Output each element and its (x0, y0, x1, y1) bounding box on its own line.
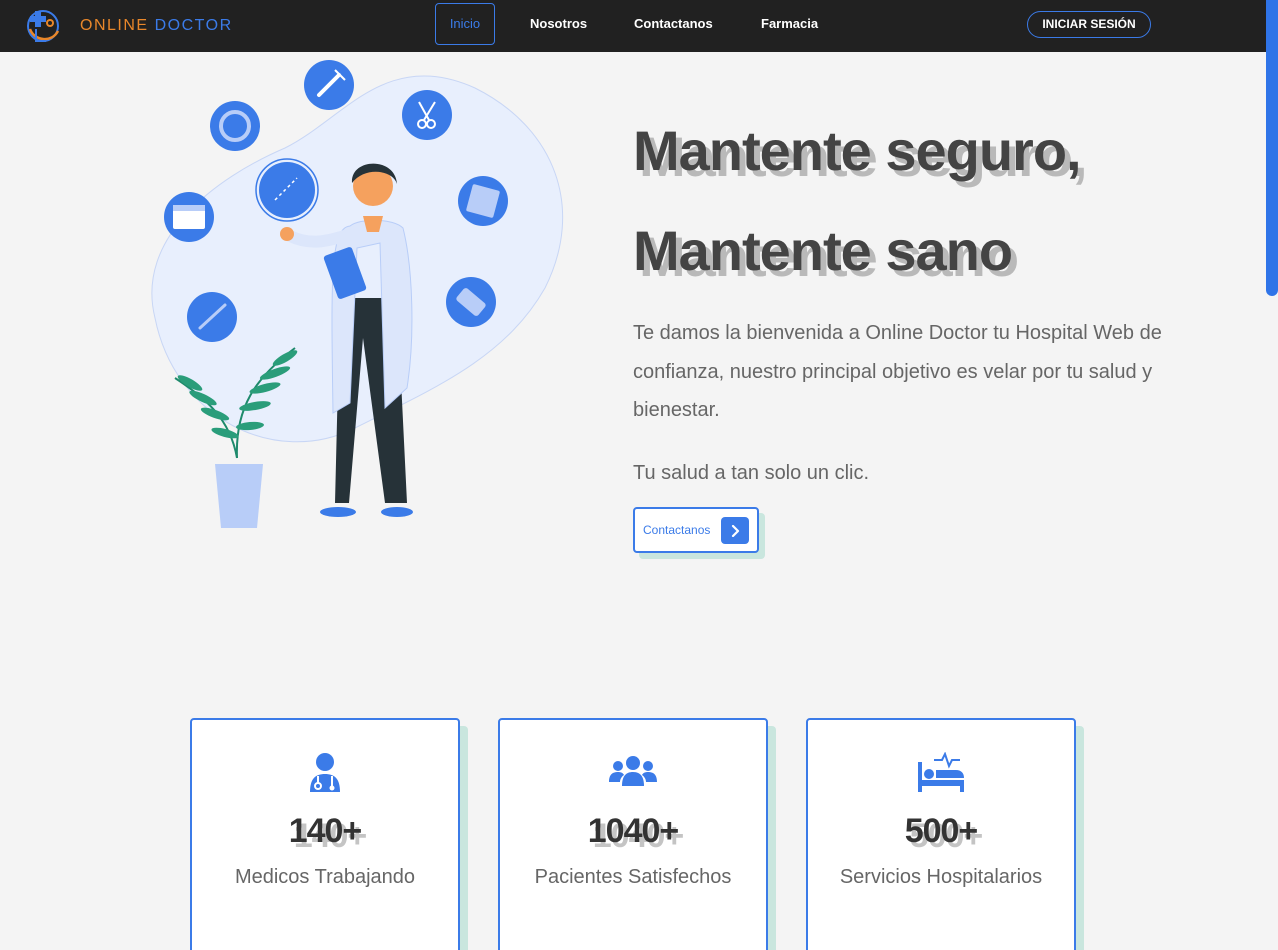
gauze-icon (458, 176, 508, 226)
hero-title-line1: Mantente seguro, (633, 119, 1082, 182)
brand[interactable]: ONLINE DOCTOR (22, 3, 233, 49)
navbar: ONLINE DOCTOR Inicio Nosotros Contactanos… (0, 0, 1266, 52)
doctor-with-clipboard-illustration (151, 60, 564, 528)
doctor-icon (310, 753, 340, 792)
chevron-right-icon (721, 517, 749, 544)
stat-card-doctors: 140+ Medicos Trabajando (190, 718, 460, 950)
stat-label: Pacientes Satisfechos (534, 866, 732, 888)
nav-item-contactanos[interactable]: Contactanos (634, 16, 713, 31)
login-button[interactable]: INICIAR SESIÓN (1027, 11, 1151, 38)
nav-item-nosotros[interactable]: Nosotros (530, 16, 587, 31)
hero-paragraph-tagline: Tu salud a tan solo un clic. (633, 462, 870, 484)
stat-label: Medicos Trabajando (234, 866, 416, 888)
thermometer-icon (187, 292, 237, 342)
hero-title-line2: Mantente sano (633, 219, 1013, 282)
nav-item-inicio[interactable]: Inicio (435, 3, 495, 45)
brand-word-doctor: DOCTOR (154, 17, 233, 34)
hero-paragraph-welcome: Te damos la bienvenida a Online Doctor t… (633, 322, 1162, 421)
calendar-icon (164, 192, 214, 242)
scrollbar-thumb[interactable] (1266, 0, 1278, 296)
users-icon (609, 756, 657, 786)
stethoscope-cross-logo-icon (27, 10, 60, 42)
stat-label: Servicios Hospitalarios (839, 866, 1043, 888)
suture-icon (255, 158, 319, 222)
ring-icon (210, 101, 260, 151)
contact-cta-button[interactable]: Contactanos (633, 507, 759, 553)
pills-icon (446, 277, 496, 327)
stat-value: 1040+ (587, 812, 680, 850)
stat-card-patients: 1040+ Pacientes Satisfechos (498, 718, 768, 950)
brand-word-online: ONLINE (80, 17, 149, 34)
nav-item-farmacia[interactable]: Farmacia (761, 16, 818, 31)
syringe-icon (304, 60, 354, 110)
stat-value: 140+ (288, 812, 363, 850)
scissors-icon (402, 90, 452, 140)
stat-card-services: 500+ Servicios Hospitalarios (806, 718, 1076, 950)
brand-name: ONLINE DOCTOR (80, 17, 233, 35)
hospital-bed-icon (918, 752, 964, 792)
contact-cta-label: Contactanos (643, 523, 711, 537)
stat-value: 500+ (904, 812, 979, 850)
